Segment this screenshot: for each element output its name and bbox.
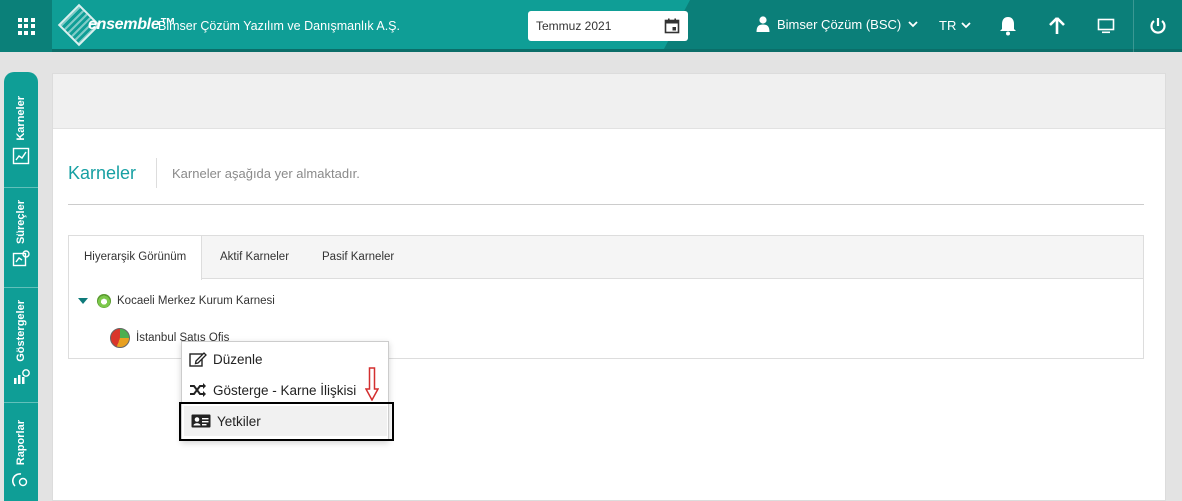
period-date-value: Temmuz 2021 — [536, 19, 612, 33]
power-icon — [1150, 18, 1166, 34]
title-divider — [156, 158, 157, 188]
sidebar-divider — [4, 287, 38, 288]
company-name: Bimser Çözüm Yazılım ve Danışmanlık A.Ş. — [158, 19, 400, 33]
sidebar-item-label: Süreçler — [15, 200, 27, 245]
bell-icon — [1000, 17, 1016, 36]
sidebar-item-label: Karneler — [15, 96, 27, 141]
calendar-icon[interactable] — [664, 18, 680, 34]
logout-button[interactable] — [1147, 15, 1169, 37]
top-bar: ensemble™ Bimser Çözüm Yazılım ve Danışm… — [0, 0, 1182, 52]
side-navigation: Karneler Süreçler Göstergeler Raporlar — [4, 72, 38, 501]
caret-down-icon[interactable] — [78, 298, 88, 304]
user-name: Bimser Çözüm (BSC) — [777, 16, 902, 32]
sidebar-divider — [4, 402, 38, 403]
monitor-icon — [1097, 18, 1115, 34]
sidebar-item-karneler[interactable]: Karneler — [4, 96, 38, 165]
header-bottom-line — [0, 49, 1182, 52]
status-gauge-icon — [97, 294, 111, 308]
ensemble-logo[interactable]: ensemble™ — [57, 3, 176, 47]
header-separator — [1133, 0, 1134, 52]
apps-menu-button[interactable] — [0, 0, 52, 52]
apps-grid-icon — [17, 17, 35, 35]
indicator-icon — [14, 368, 30, 384]
tree-node-label: Kocaeli Merkez Kurum Karnesi — [117, 295, 275, 307]
language-value: TR — [939, 18, 957, 33]
shuffle-icon — [190, 383, 206, 397]
page-title: Karneler — [68, 163, 137, 183]
report-icon — [12, 473, 28, 487]
screen-button[interactable] — [1095, 15, 1117, 37]
sidebar-item-raporlar[interactable]: Raporlar — [4, 420, 38, 489]
user-icon — [756, 16, 770, 32]
upload-button[interactable] — [1046, 15, 1068, 37]
chevron-down-icon — [908, 20, 918, 27]
red-down-arrow-icon — [365, 367, 379, 401]
menu-item-indicator-scorecard-relation[interactable]: Gösterge - Karne İlişkisi — [182, 375, 388, 405]
sidebar-item-surecler[interactable]: Süreçler — [4, 200, 38, 268]
user-menu[interactable]: Bimser Çözüm (BSC) — [756, 16, 918, 32]
edit-icon — [189, 352, 207, 367]
panel-header — [53, 74, 1165, 129]
tab-hierarchical-view[interactable]: Hiyerarşik Görünüm — [69, 236, 203, 280]
tab-bar: Hiyerarşik Görünüm Aktif Karneler Pasif … — [69, 236, 1143, 280]
status-gauge-icon — [110, 328, 130, 348]
sidebar-divider — [4, 187, 38, 188]
tree-node-root[interactable]: Kocaeli Merkez Kurum Karnesi — [78, 294, 275, 308]
page-subtitle: Karneler aşağıda yer almaktadır. — [172, 166, 360, 181]
sidebar-item-label: Raporlar — [15, 420, 27, 466]
highlight-frame — [179, 402, 394, 441]
chevron-down-icon — [961, 22, 971, 29]
tab-active-scorecards[interactable]: Aktif Karneler — [205, 236, 304, 279]
period-date-picker[interactable]: Temmuz 2021 — [528, 11, 688, 41]
title-rule — [68, 204, 1144, 205]
arrow-up-icon — [1049, 17, 1065, 34]
language-selector[interactable]: TR — [939, 18, 971, 33]
scorecard-icon — [12, 147, 30, 164]
menu-item-label: Gösterge - Karne İlişkisi — [213, 382, 357, 398]
menu-item-edit[interactable]: Düzenle — [182, 344, 388, 374]
tab-passive-scorecards[interactable]: Pasif Karneler — [307, 236, 409, 279]
process-icon — [12, 250, 30, 267]
notifications-button[interactable] — [997, 15, 1019, 37]
logo-text: ensemble™ — [88, 16, 176, 33]
sidebar-item-gostergeler[interactable]: Göstergeler — [4, 300, 38, 386]
sidebar-item-label: Göstergeler — [15, 300, 27, 362]
menu-item-label: Düzenle — [213, 351, 263, 367]
